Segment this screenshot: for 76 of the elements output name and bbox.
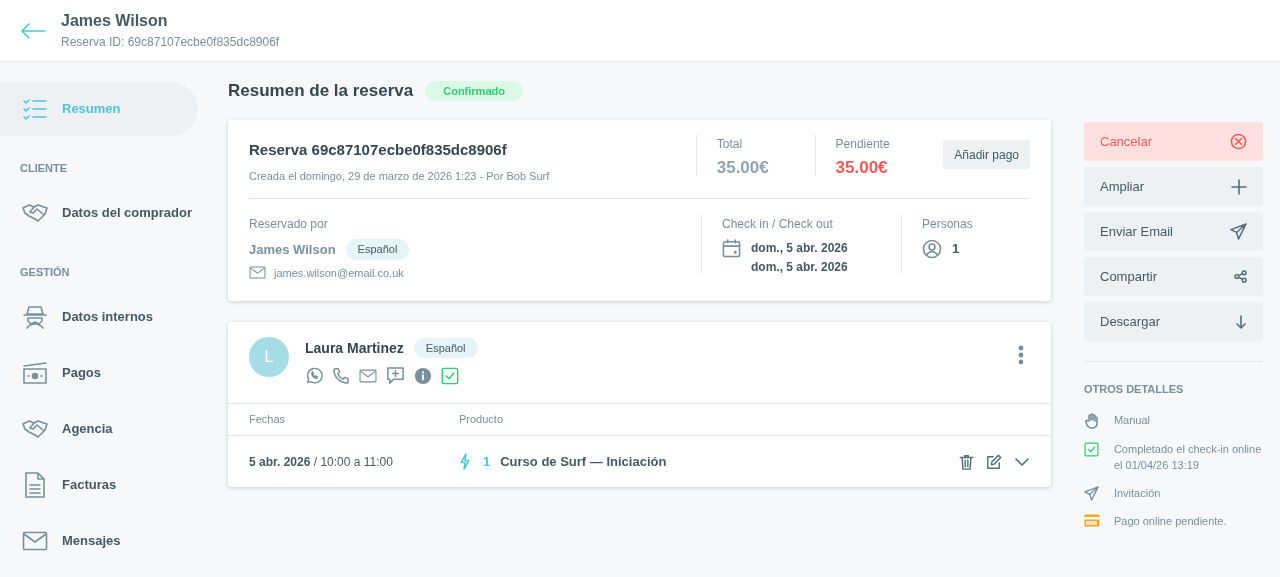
- calendar-icon: [722, 239, 741, 258]
- sidebar-item[interactable]: Datos del comprador: [0, 186, 198, 240]
- plus-icon: [1231, 178, 1247, 195]
- phone-icon[interactable]: [332, 366, 350, 385]
- field-label: Personas: [922, 216, 973, 233]
- banknote-icon: [22, 361, 48, 385]
- trash-icon[interactable]: [959, 453, 974, 470]
- section-label: GESTIÓN: [19, 265, 71, 280]
- envelope-icon: [249, 266, 266, 280]
- field-label: Check in / Check out: [722, 216, 834, 233]
- persons-count: 1: [952, 240, 960, 259]
- close-circle-icon: [1230, 133, 1247, 150]
- envelope-icon[interactable]: [359, 368, 377, 383]
- booking-title: Reserva 69c87107ecbe0f835dc8906f: [249, 140, 508, 160]
- quantity: 1: [483, 452, 491, 471]
- amount-value: 35.00€: [716, 157, 770, 179]
- detail-text: Invitación: [1113, 485, 1162, 501]
- chat-bubble-icon[interactable]: [305, 366, 323, 385]
- detail-text: Manual: [1113, 412, 1151, 428]
- checkin-date: dom., 5 abr. 2026: [751, 259, 848, 276]
- sidebar-item[interactable]: Pagos: [0, 346, 198, 400]
- back-arrow-icon[interactable]: [20, 21, 46, 40]
- booking-id: Reserva ID: 69c87107ecbe0f835dc8906f: [61, 33, 280, 51]
- more-options-icon[interactable]: [1018, 345, 1024, 365]
- participant-name: Laura Martinez: [305, 338, 404, 358]
- user-circle-icon: [922, 239, 942, 259]
- document-icon: [24, 471, 46, 499]
- section-label: CLIENTE: [19, 161, 69, 176]
- message-plus-icon[interactable]: [386, 366, 405, 385]
- email-address: james.wilson@email.co.uk: [274, 265, 404, 281]
- checked-box-icon[interactable]: [441, 366, 459, 385]
- page-title: James Wilson: [61, 10, 169, 31]
- section-label: OTROS DETALLES: [1084, 382, 1185, 397]
- amount-value: 35.00€: [835, 157, 889, 179]
- sidebar-item[interactable]: Agencia: [0, 402, 198, 456]
- paper-plane-icon: [1230, 223, 1247, 240]
- created-info: Creada el domingo, 29 de marzo de 2026 1:23 - Por Bob Surf: [249, 168, 551, 184]
- hand-icon: [1084, 412, 1099, 429]
- spy-icon: [22, 304, 48, 330]
- action-button[interactable]: Enviar Email: [1084, 212, 1263, 251]
- detail-text: Completado el check-in online el 01/04/26 13:19: [1113, 441, 1263, 473]
- date-cell-text: 5 abr. 2026 / 10:00 a 11:00: [249, 453, 394, 471]
- amount-label: Total: [716, 136, 744, 153]
- section-title: Resumen de la reserva: [228, 80, 414, 103]
- checkin-date: dom., 5 abr. 2026: [751, 240, 848, 257]
- language-badge: Español: [413, 337, 478, 359]
- credit-card-icon: [1084, 513, 1100, 527]
- handshake-icon: [22, 419, 48, 439]
- amount-label: Pendiente: [835, 136, 891, 153]
- sidebar-item[interactable]: Datos internos: [0, 290, 198, 344]
- info-icon[interactable]: [414, 366, 432, 385]
- download-arrow-icon: [1235, 314, 1247, 329]
- checked-box-icon: [1084, 441, 1100, 457]
- language-badge: Español: [345, 239, 410, 260]
- action-button[interactable]: Descargar: [1084, 302, 1263, 341]
- chevron-down-icon[interactable]: [1014, 456, 1030, 467]
- detail-text: Pago online pendiente.: [1114, 513, 1228, 529]
- column-header: Fechas: [249, 412, 287, 428]
- add-payment-button[interactable]: Añadir pago: [943, 140, 1030, 169]
- lightning-icon: [459, 453, 471, 470]
- handshake-icon: [22, 203, 48, 223]
- envelope-icon: [22, 531, 48, 551]
- product-name: Curso de Surf — Iniciación: [500, 452, 667, 471]
- sidebar-item[interactable]: Mensajes: [0, 514, 198, 568]
- action-button[interactable]: Ampliar: [1084, 167, 1263, 206]
- status-badge: Confirmado: [425, 80, 523, 102]
- share-icon: [1234, 270, 1247, 283]
- customer-name: James Wilson: [249, 240, 336, 259]
- paper-plane-icon: [1084, 485, 1100, 501]
- field-label: Reservado por: [249, 216, 329, 233]
- column-header: Producto: [459, 412, 504, 428]
- sidebar-item[interactable]: Facturas: [0, 458, 198, 512]
- avatar: L: [249, 337, 289, 377]
- action-button[interactable]: Compartir: [1084, 257, 1263, 296]
- edit-icon[interactable]: [986, 453, 1002, 470]
- checklist-icon: [22, 96, 48, 122]
